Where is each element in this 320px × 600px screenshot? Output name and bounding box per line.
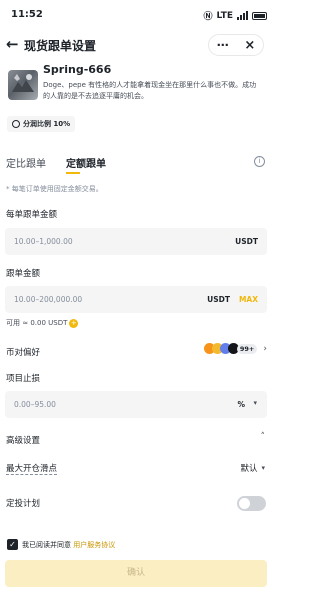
confirm-button[interactable]: 确认 bbox=[5, 560, 267, 587]
max-button[interactable]: MAX bbox=[239, 295, 258, 304]
agreement-text: 我已阅读并同意 用户服务协议 bbox=[22, 540, 115, 550]
battery-icon bbox=[252, 11, 267, 20]
slippage-label: 最大开仓滑点 bbox=[6, 464, 58, 475]
tab-fixed-ratio[interactable]: 定比跟单 bbox=[6, 155, 46, 170]
dca-toggle[interactable] bbox=[237, 496, 266, 511]
per-order-unit: USDT bbox=[235, 237, 258, 246]
app-header: ← 现货跟单设置 ⋯ × bbox=[0, 32, 277, 58]
stop-loss-input[interactable]: 0.00–95.00 % ▾ bbox=[5, 391, 267, 418]
stop-loss-label: 项目止损 bbox=[6, 374, 41, 384]
tab-fixed-amount[interactable]: 定额跟单 bbox=[66, 155, 106, 170]
available-label: 可用 ≈ 0.00 USDT bbox=[6, 319, 68, 327]
toggle-knob bbox=[239, 498, 250, 509]
caret-down-icon: ▾ bbox=[261, 464, 265, 472]
pair-count-badge: 99+ bbox=[236, 343, 258, 354]
pair-pref-selector[interactable]: 99+ › bbox=[203, 343, 267, 354]
avatar bbox=[8, 70, 38, 100]
caret-down-icon[interactable]: ▾ bbox=[253, 399, 257, 407]
network-label: LTE bbox=[216, 10, 233, 21]
stop-loss-placeholder: 0.00–95.00 bbox=[14, 400, 56, 409]
profit-share-label: 分润比例 10% bbox=[23, 120, 71, 128]
profit-share-badge: 分润比例 10% bbox=[7, 116, 76, 132]
add-funds-icon[interactable]: + bbox=[69, 318, 79, 328]
follow-amount-unit: USDT bbox=[207, 295, 230, 304]
coin-icon bbox=[12, 120, 20, 128]
page-title: 现货跟单设置 bbox=[24, 39, 97, 53]
status-bar: 11:52 Ⓝ LTE bbox=[0, 0, 277, 30]
per-order-placeholder: 10.00–1,000.00 bbox=[14, 237, 73, 246]
trader-bio: Doge、pepe 有性格的人才能拿着现金坐在那里什么事也不做。成功的人靠的是不… bbox=[43, 81, 257, 100]
pair-pref-label: 币对偏好 bbox=[6, 348, 41, 358]
nfc-icon: Ⓝ bbox=[203, 12, 213, 22]
arrow-left-icon[interactable]: ← bbox=[6, 35, 19, 53]
agree-checkbox[interactable]: ✓ bbox=[7, 539, 18, 550]
active-tab-indicator bbox=[66, 172, 80, 174]
advanced-settings-label: 高级设置 bbox=[6, 436, 41, 446]
signal-icon bbox=[237, 11, 248, 20]
trader-name: Spring-666 bbox=[43, 63, 112, 76]
mode-tabs: 定比跟单 定额跟单 i bbox=[0, 155, 277, 177]
header-actions: ⋯ × bbox=[208, 34, 264, 56]
mode-note: * 每笔订单使用固定金额交易。 bbox=[6, 185, 103, 193]
available-balance: 可用 ≈ 0.00 USDT + bbox=[6, 318, 79, 328]
follow-amount-placeholder: 10.00–200,000.00 bbox=[14, 295, 83, 304]
status-time: 11:52 bbox=[11, 9, 43, 20]
close-icon[interactable]: × bbox=[244, 38, 255, 53]
status-icons: Ⓝ LTE bbox=[203, 9, 267, 22]
more-dots-icon[interactable]: ⋯ bbox=[217, 38, 229, 52]
dca-label: 定投计划 bbox=[6, 499, 41, 509]
per-order-label: 每单跟单金额 bbox=[6, 210, 58, 220]
slippage-value: 默认 bbox=[240, 464, 258, 474]
slippage-selector[interactable]: 默认 ▾ bbox=[240, 462, 265, 474]
chevron-right-icon: › bbox=[263, 343, 267, 354]
follow-amount-input[interactable]: 10.00–200,000.00 USDT MAX bbox=[5, 286, 267, 313]
user-agreement-link[interactable]: 用户服务协议 bbox=[73, 541, 115, 549]
chevron-up-icon[interactable]: ˄ bbox=[261, 432, 266, 442]
follow-amount-label: 跟单金额 bbox=[6, 269, 41, 279]
info-icon[interactable]: i bbox=[254, 156, 265, 167]
per-order-input[interactable]: 10.00–1,000.00 USDT bbox=[5, 228, 267, 255]
agreement-prefix: 我已阅读并同意 bbox=[22, 541, 71, 549]
stop-loss-unit: % bbox=[237, 400, 245, 409]
